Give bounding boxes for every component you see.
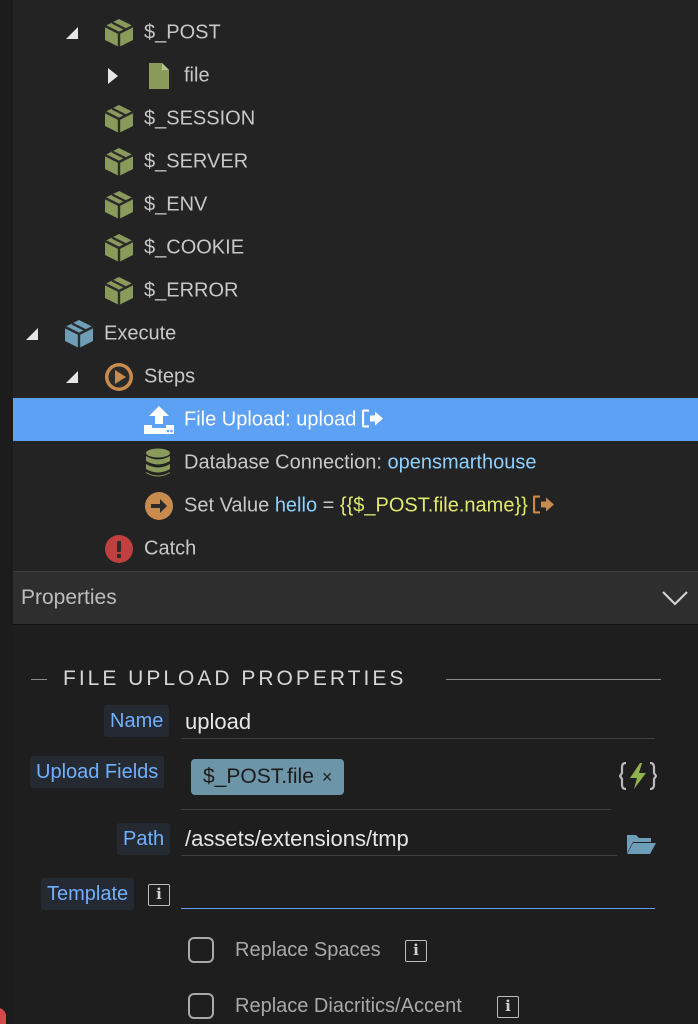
upload-field-tag[interactable]: $_POST.file × [191,759,345,795]
properties-panel-header[interactable]: Properties [13,571,698,625]
replace-diacritics-checkbox[interactable] [188,993,214,1019]
replace-spaces-label: Replace Spaces [235,939,381,961]
expression: {{$_POST.file.name}} [339,494,528,516]
file-icon [149,62,169,89]
tree-item-label: $_ENV [144,193,208,215]
dynamic-data-icon[interactable] [619,761,657,791]
connection-name: opensmarthouse [387,451,537,473]
package-icon [103,0,127,2]
template-label: Template [41,878,135,910]
tree-item-session[interactable]: $_SESSION [13,97,698,140]
tree-item-file[interactable]: file [13,54,698,97]
chevron-down-icon[interactable] [661,590,689,606]
tree-item-steps[interactable]: Steps [13,355,698,398]
tree-item-database-connection[interactable]: Database Connection: opensmarthouse [13,441,698,484]
tree-item-label: Catch [144,537,197,559]
output-icon [533,494,555,514]
tree-item-execute[interactable]: Execute [13,312,698,355]
expand-arrow-icon[interactable] [107,67,119,84]
collapse-arrow-icon[interactable] [65,370,79,384]
tree-item-post[interactable]: $_POST [13,11,698,54]
package-icon [104,147,134,176]
properties-panel: FILE UPLOAD PROPERTIES Name upload Uploa… [13,625,698,1024]
error-indicator [0,1008,6,1024]
collapse-arrow-icon[interactable] [65,26,79,40]
database-icon [146,448,170,476]
tree-item-label: Database Connection: opensmarthouse [184,451,537,473]
tree-item-label: Execute [104,322,177,344]
remove-tag-icon[interactable]: × [322,767,333,787]
tree-item-label: Steps [144,365,196,387]
tree-item-label: File Upload: upload [184,408,384,431]
collapse-arrow-icon[interactable] [25,327,39,341]
properties-title: Properties [21,586,117,609]
upload-fields-label: Upload Fields [30,756,165,788]
tree-item-server[interactable]: $_SERVER [13,140,698,183]
package-icon [104,104,134,133]
tree-item-label: $_COOKIE [144,236,245,258]
replace-spaces-checkbox[interactable] [188,937,214,963]
action-tree: $_POST file $_SESSION $_SERVER $_ENV $_C… [13,0,698,571]
tree-item-label: $_SERVER [144,150,249,172]
tree-item-env[interactable]: $_ENV [13,183,698,226]
info-icon[interactable]: i [148,884,170,906]
arrow-right-circle-icon [145,491,173,520]
info-icon[interactable]: i [497,996,519,1018]
section-header: FILE UPLOAD PROPERTIES [31,667,661,691]
info-icon[interactable]: i [405,940,427,962]
tree-item-label: $_ERROR [144,279,239,301]
folder-open-icon[interactable] [626,833,657,855]
tree-item-catch[interactable]: Catch [13,527,698,570]
tree-item-label: Set Value hello = {{$_POST.file.name}} [184,494,555,517]
package-icon [104,233,134,262]
path-label: Path [117,823,171,855]
output-icon [361,408,383,428]
package-icon [104,276,134,305]
tree-item-file-upload[interactable]: File Upload: upload [13,398,698,441]
package-icon [104,18,134,47]
tree-item-label: $_POST [144,21,221,43]
path-input[interactable]: /assets/extensions/tmp [185,826,409,852]
tree-item-label: file [184,64,210,86]
package-icon [64,319,94,348]
package-icon [104,190,134,219]
variable-name: hello [274,494,318,516]
play-circle-icon [105,362,133,391]
replace-diacritics-label: Replace Diacritics/Accent [235,995,462,1017]
name-input[interactable]: upload [185,709,251,735]
tree-item-cookie[interactable]: $_COOKIE [13,226,698,269]
upload-icon [144,405,174,434]
section-title: FILE UPLOAD PROPERTIES [63,667,407,690]
tree-item-set-value[interactable]: Set Value hello = {{$_POST.file.name}} [13,484,698,527]
tree-item-label: $_SESSION [144,107,256,129]
name-label: Name [104,705,170,737]
alert-circle-icon [105,534,133,563]
tree-item-error[interactable]: $_ERROR [13,269,698,312]
